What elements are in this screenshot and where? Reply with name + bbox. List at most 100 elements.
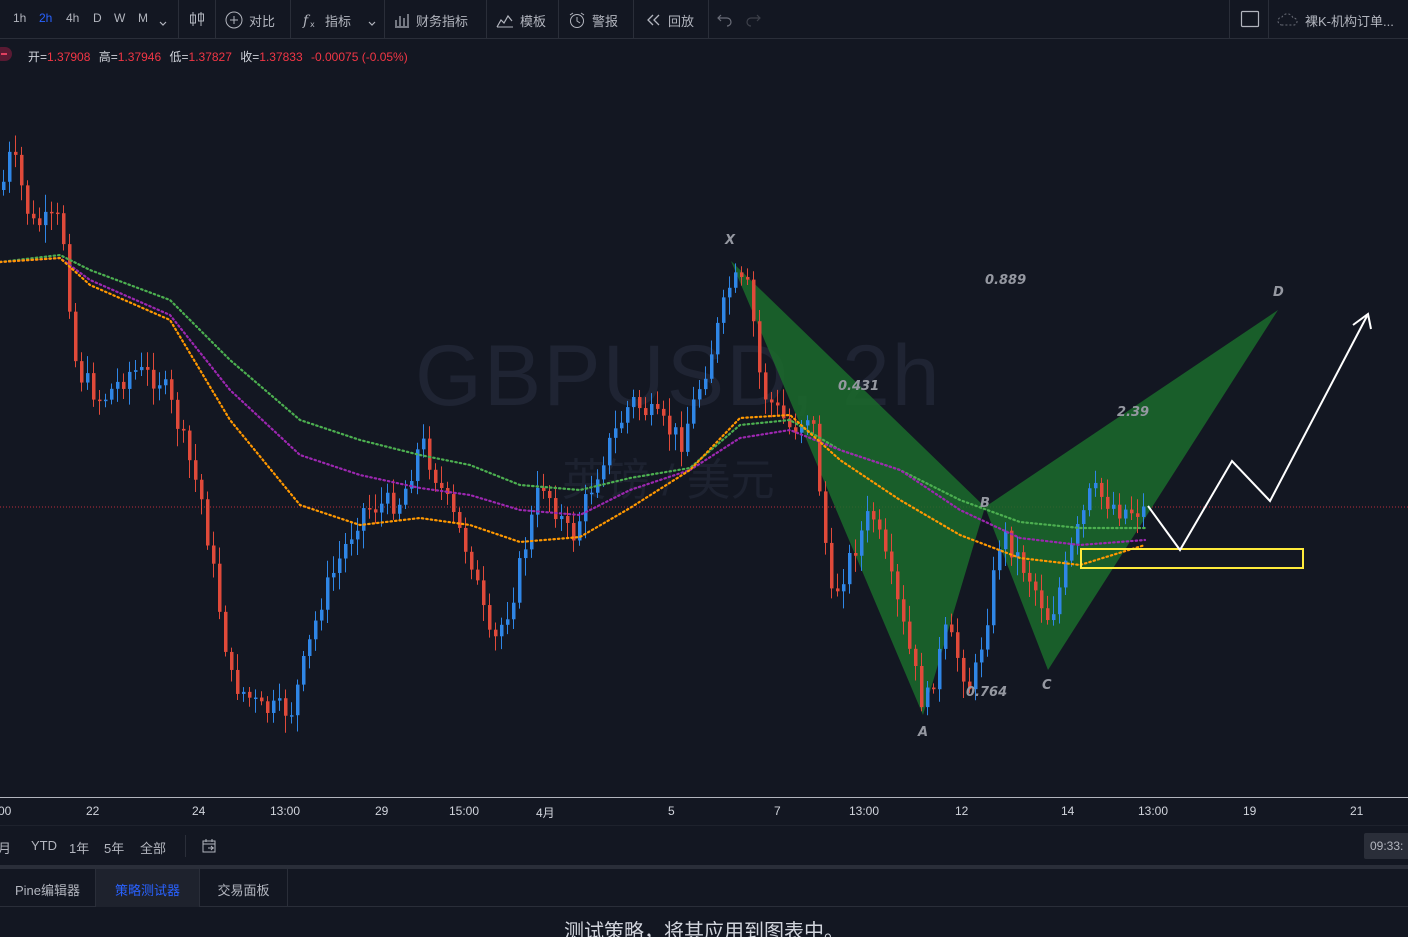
tab-trading-panel[interactable]: 交易面板 bbox=[200, 869, 288, 907]
candle-body bbox=[1094, 482, 1098, 489]
candle-body bbox=[890, 551, 894, 572]
chevron-down-icon[interactable] bbox=[158, 14, 168, 33]
timeframe-4h[interactable]: 4h bbox=[66, 11, 79, 25]
time-tick: 29 bbox=[375, 804, 389, 818]
replay-label: 回放 bbox=[668, 13, 695, 29]
candle-body bbox=[200, 479, 204, 500]
candle-body bbox=[1136, 513, 1140, 517]
candle-body bbox=[986, 625, 990, 650]
chevron-down-icon[interactable] bbox=[367, 14, 377, 33]
candle-body bbox=[908, 621, 912, 649]
price-chart[interactable]: GBPUSD, 2h 英镑 / 美元 X A B C D 0.431 0.889… bbox=[0, 40, 1408, 797]
candle-body bbox=[854, 552, 858, 556]
candle-body bbox=[284, 698, 288, 716]
candle-body bbox=[818, 423, 822, 492]
candle-body bbox=[20, 154, 24, 186]
timeframe-w[interactable]: W bbox=[114, 11, 125, 25]
candle-body bbox=[872, 511, 876, 520]
candle-body bbox=[212, 545, 216, 564]
time-tick: 19 bbox=[1243, 804, 1257, 818]
candle-body bbox=[998, 549, 1002, 571]
fullscreen-icon[interactable] bbox=[1240, 10, 1260, 32]
rewind-icon bbox=[647, 14, 660, 26]
candle-body bbox=[380, 503, 384, 513]
candle-body bbox=[206, 499, 210, 546]
candle-body bbox=[98, 399, 102, 402]
alerts-button[interactable]: 警报 bbox=[567, 10, 618, 30]
time-tick: 4月 bbox=[536, 806, 555, 820]
candle-body bbox=[482, 580, 486, 606]
candle-body bbox=[860, 530, 864, 556]
undo-icon[interactable] bbox=[716, 11, 734, 31]
candle-body bbox=[1052, 614, 1056, 621]
time-tick: 22 bbox=[86, 804, 100, 818]
time-tick: 12 bbox=[955, 804, 969, 818]
candle-body bbox=[242, 691, 246, 694]
time-axis[interactable]: 00 22 24 13:00 29 15:00 4月 5 7 13:00 12 … bbox=[0, 797, 1408, 824]
candle-body bbox=[140, 367, 144, 371]
candle-body bbox=[1040, 590, 1044, 609]
candle-body bbox=[992, 570, 996, 626]
candle-body bbox=[440, 482, 444, 489]
range-ytd[interactable]: YTD bbox=[31, 838, 57, 853]
candle-body bbox=[662, 408, 666, 416]
candle-body bbox=[254, 697, 258, 700]
compare-button[interactable]: 对比 bbox=[224, 10, 275, 30]
timeframe-m[interactable]: M bbox=[138, 11, 148, 25]
candle-body bbox=[752, 279, 756, 322]
candle-body bbox=[638, 397, 642, 409]
indicators-button[interactable]: fx 指标 bbox=[300, 10, 351, 30]
candle-body bbox=[644, 408, 648, 416]
candlestick-icon[interactable] bbox=[187, 9, 207, 33]
candle-body bbox=[494, 629, 498, 637]
range-all[interactable]: 全部 bbox=[140, 838, 166, 857]
candle-body bbox=[56, 212, 60, 215]
candle-body bbox=[32, 213, 36, 219]
candle-body bbox=[1028, 572, 1032, 582]
candle-body bbox=[668, 415, 672, 435]
candle-body bbox=[542, 487, 546, 491]
candle-body bbox=[878, 519, 882, 530]
candle-body bbox=[734, 272, 738, 288]
candle-body bbox=[224, 611, 228, 652]
timeframe-d[interactable]: D bbox=[93, 11, 102, 25]
candle-body bbox=[452, 494, 456, 513]
candle-body bbox=[38, 218, 42, 226]
replay-button[interactable]: 回放 bbox=[645, 10, 694, 30]
candle-body bbox=[278, 698, 282, 701]
tab-strategy-tester[interactable]: 策略测试器 bbox=[96, 869, 200, 907]
candle-body bbox=[626, 407, 630, 423]
candle-body bbox=[938, 648, 942, 690]
range-month[interactable]: 月 bbox=[0, 838, 11, 857]
candle-body bbox=[332, 572, 336, 578]
candle-body bbox=[590, 492, 594, 495]
timeframe-1h[interactable]: 1h bbox=[13, 11, 26, 25]
time-tick: 7 bbox=[774, 804, 781, 818]
candle-body bbox=[914, 648, 918, 666]
candle-body bbox=[506, 619, 510, 625]
tab-pine-editor[interactable]: Pine编辑器 bbox=[0, 869, 96, 907]
candle-body bbox=[26, 185, 30, 214]
candle-body bbox=[500, 624, 504, 637]
time-tick: 13:00 bbox=[1138, 804, 1169, 818]
bottom-panel-tabs: Pine编辑器 策略测试器 交易面板 bbox=[0, 869, 1408, 907]
range-5y[interactable]: 5年 bbox=[104, 838, 124, 857]
layout-button[interactable]: 裸K-机构订单... bbox=[1276, 10, 1394, 30]
timeframe-2h[interactable]: 2h bbox=[39, 11, 52, 25]
candle-body bbox=[392, 492, 396, 514]
templates-button[interactable]: 模板 bbox=[495, 10, 546, 30]
candle-body bbox=[902, 599, 906, 622]
time-tick: 15:00 bbox=[449, 804, 480, 818]
candle-body bbox=[386, 492, 390, 504]
range-1y[interactable]: 1年 bbox=[69, 838, 89, 857]
go-to-date-icon[interactable] bbox=[200, 837, 218, 859]
pattern-point-b: B bbox=[980, 496, 990, 511]
candle-body bbox=[314, 620, 318, 640]
financials-button[interactable]: 财务指标 bbox=[393, 10, 468, 30]
candle-body bbox=[8, 151, 12, 182]
candle-body bbox=[836, 588, 840, 592]
redo-icon[interactable] bbox=[744, 11, 762, 31]
candle-body bbox=[632, 397, 636, 408]
clock-display[interactable]: 09:33: bbox=[1364, 833, 1408, 859]
candle-body bbox=[716, 322, 720, 355]
